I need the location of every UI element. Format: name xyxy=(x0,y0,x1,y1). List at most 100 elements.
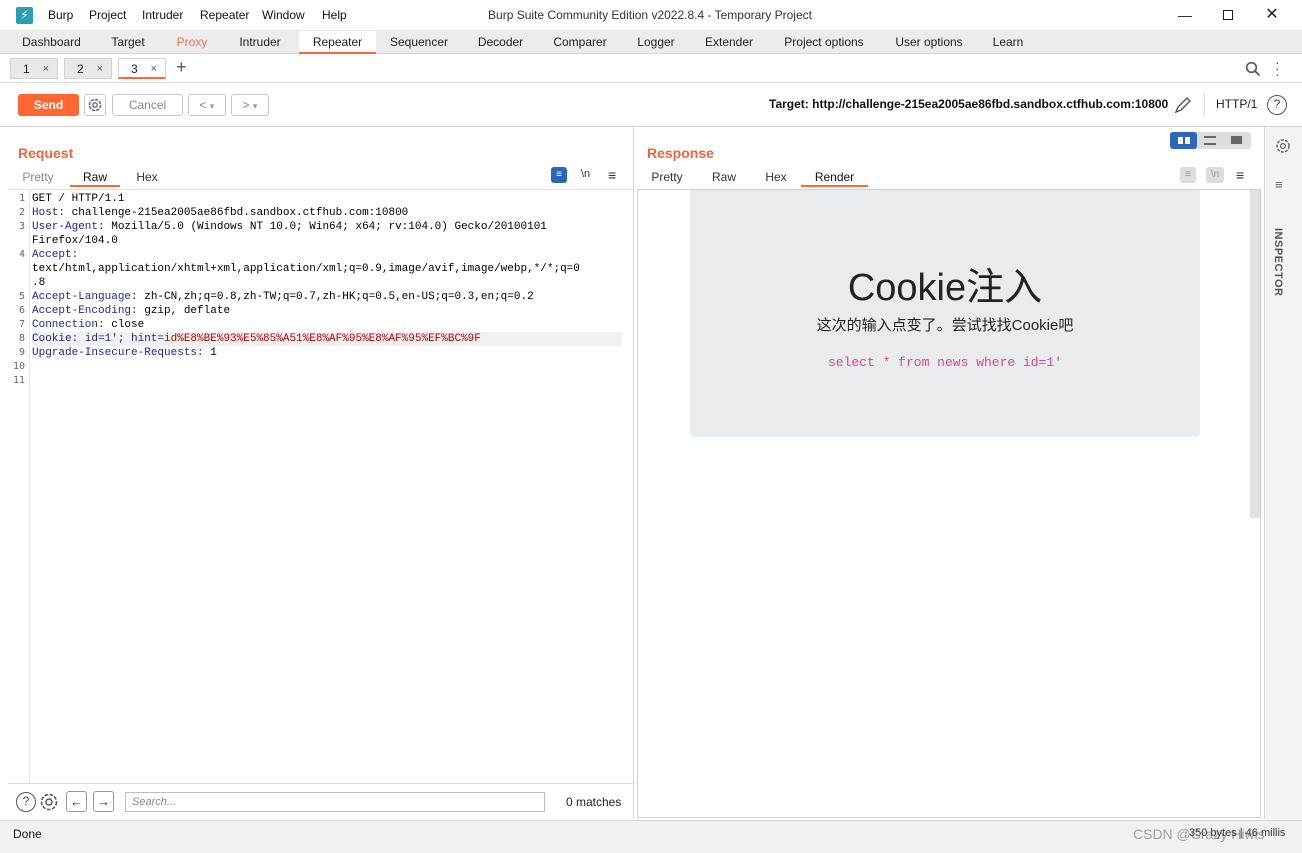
menu-repeater[interactable]: Repeater xyxy=(200,8,249,22)
wrap-lines-icon[interactable]: ≡ xyxy=(551,167,567,183)
status-bar: Done 350 bytes | 46 millis CSDN @Crazy H… xyxy=(0,820,1302,853)
inspector-list-icon[interactable]: ≡ xyxy=(1275,177,1283,192)
more-options-icon[interactable]: · · · xyxy=(1275,55,1280,81)
tab-user-options[interactable]: User options xyxy=(881,31,977,53)
title-bar: ⚡ Burp Project Intruder Repeater Window … xyxy=(0,0,1302,31)
layout-side-by-side-icon[interactable] xyxy=(1170,132,1197,149)
request-editor[interactable]: 1 2 3 4 5 6 7 8 9 10 11 GET / HTTP/1.1 H… xyxy=(8,189,633,784)
maximize-icon[interactable] xyxy=(1218,4,1238,26)
edit-target-icon[interactable] xyxy=(1173,95,1193,115)
jumbotron-card: Cookie注入 这次的输入点变了。尝试找找Cookie吧 select * f… xyxy=(690,190,1200,437)
repeater-tabs: 1 × 2 × 3 × + · · · xyxy=(0,55,1302,83)
wrap-lines-icon[interactable]: ≡ xyxy=(1180,167,1196,183)
close-window-icon[interactable]: ✕ xyxy=(1262,4,1282,26)
tab-pretty[interactable]: Pretty xyxy=(14,169,62,187)
watermark: CSDN @Crazy Hiwis xyxy=(1133,826,1265,842)
close-tab-icon[interactable]: × xyxy=(43,59,49,79)
search-settings-icon[interactable] xyxy=(38,791,60,813)
header-value: Firefox/104.0 xyxy=(32,235,118,247)
tab-raw[interactable]: Raw xyxy=(702,169,746,187)
layout-toggle xyxy=(1170,132,1251,149)
show-newlines-toggle[interactable]: \n xyxy=(581,168,590,180)
vertical-scrollbar[interactable] xyxy=(1250,190,1260,518)
search-input[interactable]: Search... xyxy=(125,792,545,812)
repeater-tab-1[interactable]: 1 × xyxy=(10,58,58,79)
layout-tabs-icon[interactable] xyxy=(1231,136,1242,144)
cookie-hint-value: id%E8%BE%93%E5%85%A51%E8%AF%95%E8%AF%95%… xyxy=(164,333,481,345)
forward-button[interactable]: > ▾ xyxy=(231,94,269,116)
tab-pretty[interactable]: Pretty xyxy=(644,169,690,187)
tab-repeater[interactable]: Repeater xyxy=(299,31,376,54)
response-title: Response xyxy=(647,145,714,161)
request-line: Accept-Encoding: gzip, deflate xyxy=(32,304,230,318)
request-line: GET / HTTP/1.1 xyxy=(32,192,124,206)
tab-learn[interactable]: Learn xyxy=(977,31,1039,53)
inspector-label[interactable]: INSPECTOR xyxy=(1272,228,1284,296)
header-value: gzip, deflate xyxy=(137,305,231,317)
back-button[interactable]: < ▾ xyxy=(188,94,226,116)
sql-query: select * from news where id=1' xyxy=(827,355,1063,370)
request-line: Connection: close xyxy=(32,318,144,332)
menu-intruder[interactable]: Intruder xyxy=(142,8,183,22)
request-line: Upgrade-Insecure-Requests: 1 xyxy=(32,346,217,360)
repeater-tab-2[interactable]: 2 × xyxy=(64,58,112,79)
repeater-tab-label: 1 xyxy=(23,62,30,76)
settings-icon[interactable] xyxy=(84,94,106,116)
header-value: text/html,application/xhtml+xml,applicat… xyxy=(32,263,580,275)
tab-intruder[interactable]: Intruder xyxy=(221,31,299,53)
tab-extender[interactable]: Extender xyxy=(691,31,767,53)
gear-icon[interactable] xyxy=(1274,137,1292,155)
search-icon[interactable] xyxy=(1245,61,1261,77)
tab-hex[interactable]: Hex xyxy=(122,169,172,187)
tab-dashboard[interactable]: Dashboard xyxy=(10,31,93,53)
tab-project-options[interactable]: Project options xyxy=(767,31,881,53)
line-number: 11 xyxy=(12,375,25,386)
menu-window[interactable]: Window xyxy=(262,8,305,22)
request-line: Firefox/104.0 xyxy=(32,234,118,248)
previous-match-icon[interactable]: ← xyxy=(66,791,87,812)
tab-render[interactable]: Render xyxy=(801,169,868,187)
menu-burp[interactable]: Burp xyxy=(48,8,73,22)
header-name: User-Agent: xyxy=(32,221,105,233)
show-newlines-toggle[interactable]: \n xyxy=(1206,167,1224,183)
help-icon[interactable]: ? xyxy=(16,792,36,812)
tab-sequencer[interactable]: Sequencer xyxy=(376,31,462,53)
tab-logger[interactable]: Logger xyxy=(621,31,691,53)
tab-hex[interactable]: Hex xyxy=(753,169,799,187)
line-number: 6 xyxy=(18,305,25,316)
repeater-tab-3[interactable]: 3 × xyxy=(118,58,166,79)
header-value: zh-CN,zh;q=0.8,zh-TW;q=0.7,zh-HK;q=0.5,e… xyxy=(137,291,534,303)
header-name: Accept-Language: xyxy=(32,291,138,303)
request-line: Host: challenge-215ea2005ae86fbd.sandbox… xyxy=(32,206,408,220)
cookie-hint-name: hint= xyxy=(124,333,165,345)
tab-raw[interactable]: Raw xyxy=(70,169,120,187)
http-version[interactable]: HTTP/1 xyxy=(1216,97,1257,111)
response-view-tabs: Pretty Raw Hex Render ≡ \n ≡ xyxy=(636,167,1261,187)
layout-stacked-icon[interactable] xyxy=(1204,136,1216,145)
help-icon[interactable]: ? xyxy=(1267,95,1287,115)
tab-comparer[interactable]: Comparer xyxy=(539,31,621,53)
tab-proxy[interactable]: Proxy xyxy=(163,31,221,53)
next-match-icon[interactable]: → xyxy=(93,791,114,812)
add-tab-icon[interactable]: + xyxy=(176,57,187,78)
line-number: 9 xyxy=(18,347,25,358)
header-name: Connection: xyxy=(32,319,105,331)
close-tab-icon[interactable]: × xyxy=(97,59,103,79)
request-title: Request xyxy=(18,145,74,161)
line-number: 1 xyxy=(18,193,25,204)
header-value: 1 xyxy=(203,347,217,359)
chevron-down-icon: ▾ xyxy=(252,101,258,111)
cancel-button[interactable]: Cancel xyxy=(112,94,183,116)
tab-target[interactable]: Target xyxy=(93,31,163,53)
menu-help[interactable]: Help xyxy=(322,8,347,22)
minimize-icon[interactable]: — xyxy=(1175,4,1195,26)
menu-icon[interactable]: ≡ xyxy=(1236,167,1244,183)
line-number: 2 xyxy=(18,207,25,218)
menu-project[interactable]: Project xyxy=(89,8,126,22)
tab-decoder[interactable]: Decoder xyxy=(462,31,539,53)
chevron-down-icon: ▾ xyxy=(209,101,215,111)
status-text: Done xyxy=(13,827,42,841)
send-button[interactable]: Send xyxy=(18,94,79,116)
menu-icon[interactable]: ≡ xyxy=(608,167,616,183)
close-tab-icon[interactable]: × xyxy=(151,59,157,79)
